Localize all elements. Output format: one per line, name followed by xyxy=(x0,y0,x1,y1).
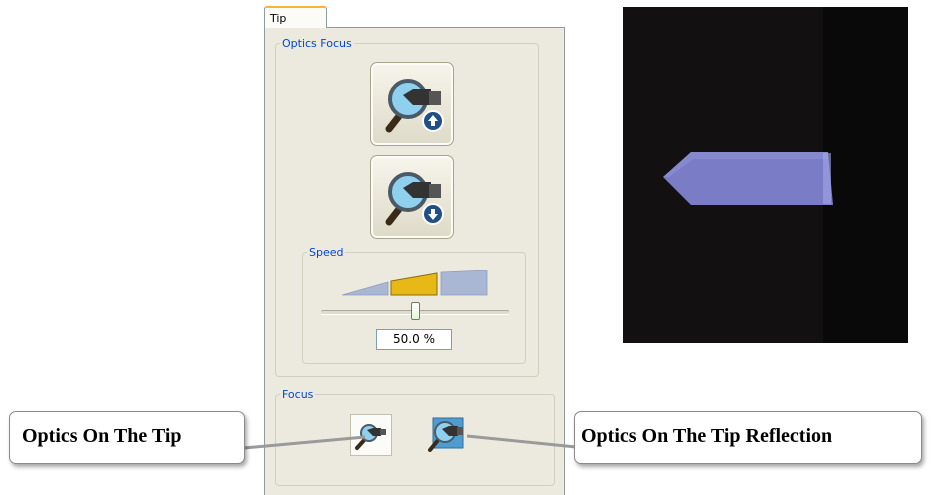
callout-optics-on-the-tip: Optics On The Tip xyxy=(9,411,245,464)
callout-right-text: Optics On The Tip Reflection xyxy=(581,425,833,447)
callout-left-text: Optics On The Tip xyxy=(22,425,182,447)
callout-optics-on-the-tip-reflection: Optics On The Tip Reflection xyxy=(574,411,922,464)
